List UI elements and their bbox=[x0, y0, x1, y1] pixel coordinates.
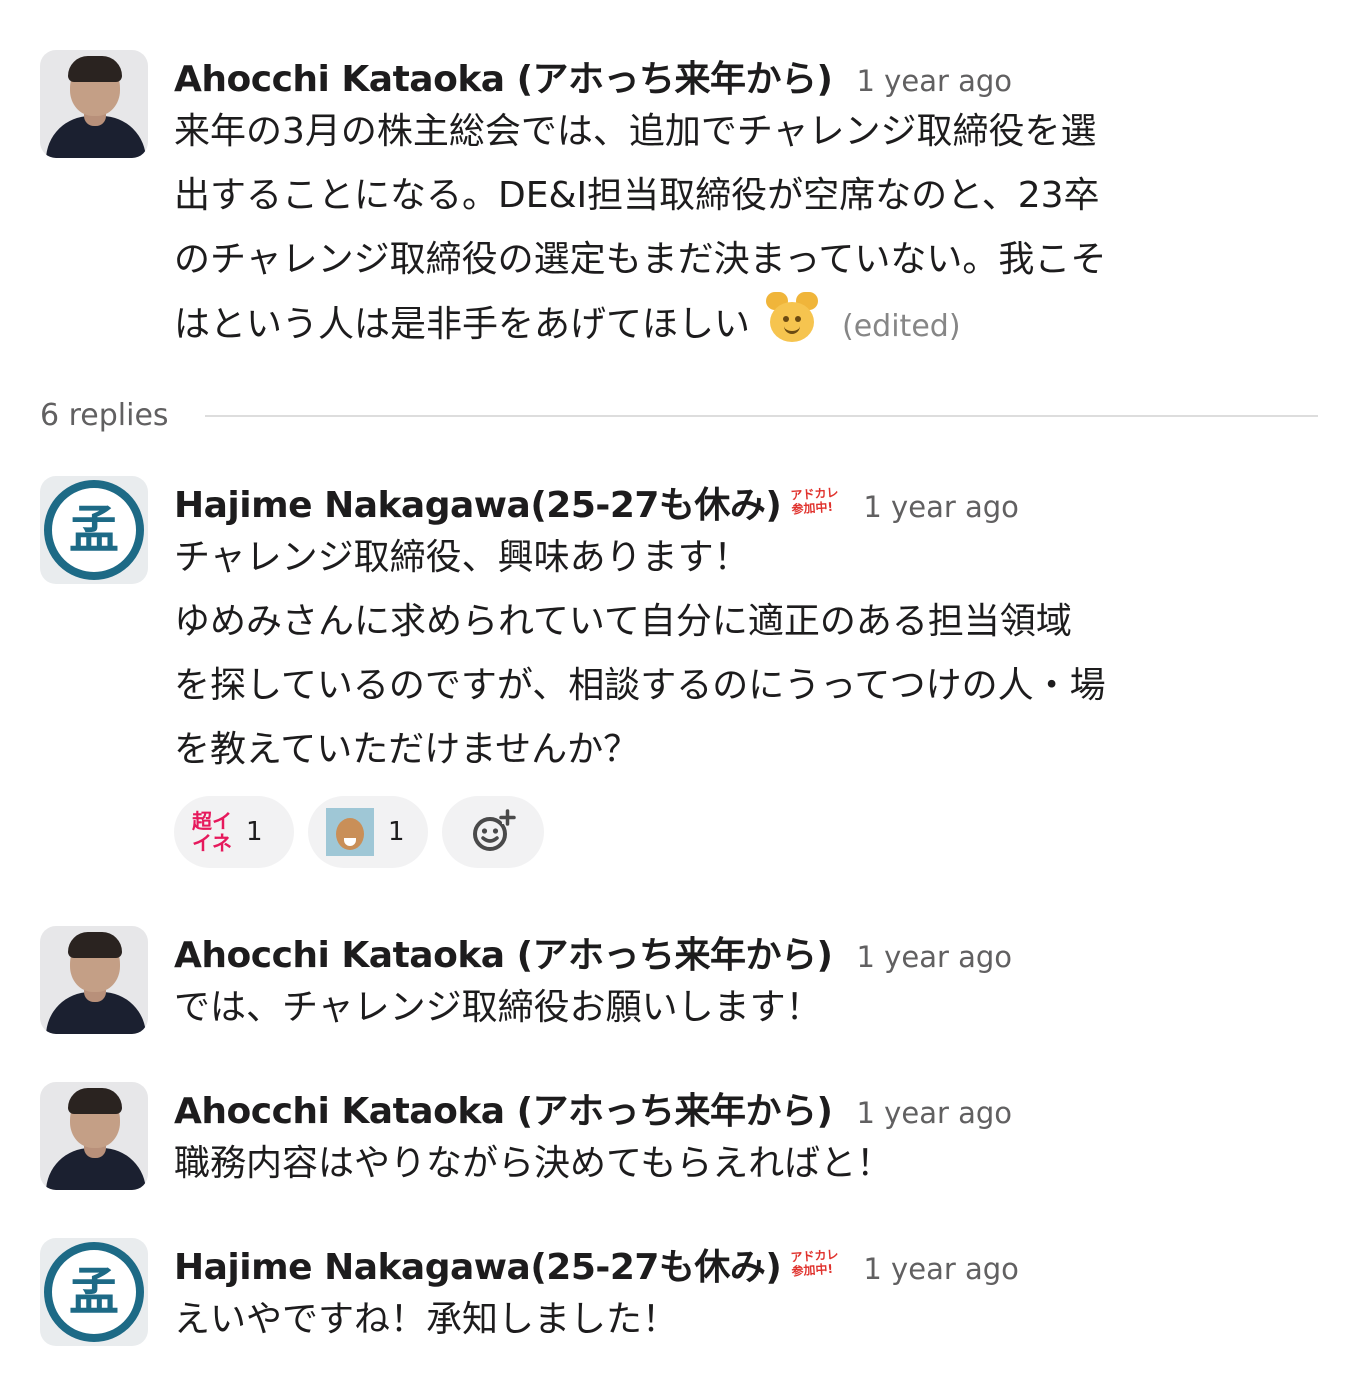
message-line: 出することになる。DE&I担当取締役が空席なのと、23卒 bbox=[174, 175, 1100, 216]
author-name[interactable]: Ahocchi Kataoka (アホっち来年から) bbox=[174, 1082, 833, 1134]
logo-char: 孟 bbox=[69, 1262, 119, 1321]
reply-message: Ahocchi Kataoka (アホっち来年から) 1 year ago では… bbox=[40, 926, 1340, 1040]
badge-line: 参加中! bbox=[791, 1261, 834, 1279]
replies-divider: 6 replies bbox=[40, 398, 1318, 433]
timestamp[interactable]: 1 year ago bbox=[863, 1252, 1019, 1286]
timestamp[interactable]: 1 year ago bbox=[857, 940, 1013, 974]
timestamp[interactable]: 1 year ago bbox=[857, 64, 1013, 98]
reactions-bar: 超イ イネ 1 1 bbox=[174, 796, 1340, 868]
status-badge: アドカレ 参加中! bbox=[790, 1247, 840, 1278]
message-line: 来年の3月の株主総会では、追加でチャレンジ取締役を選 bbox=[174, 111, 1097, 152]
divider-line bbox=[204, 414, 1318, 417]
status-badge: アドカレ 参加中! bbox=[790, 485, 840, 516]
author-name[interactable]: Hajime Nakagawa(25-27も休み) bbox=[174, 1238, 782, 1290]
logo-icon: 孟 bbox=[44, 1242, 144, 1342]
message-line: ゆめみさんに求められていて自分に適正のある担当領域 bbox=[174, 601, 1072, 642]
timestamp[interactable]: 1 year ago bbox=[857, 1096, 1013, 1130]
message-line: を探しているのですが、相談するのにうってつけの人・場 bbox=[174, 665, 1106, 706]
edited-label: (edited) bbox=[842, 309, 961, 344]
reply-message: 孟 Hajime Nakagawa(25-27も休み) アドカレ 参加中! 1 y… bbox=[40, 1238, 1340, 1352]
pray-smile-emoji bbox=[762, 292, 822, 346]
logo-icon: 孟 bbox=[44, 480, 144, 580]
author-name[interactable]: Ahocchi Kataoka (アホっち来年から) bbox=[174, 50, 833, 102]
message-text: 職務内容はやりながら決めてもらえればと！ bbox=[174, 1132, 1340, 1196]
message-line: チャレンジ取締役、興味あります！ bbox=[174, 537, 750, 578]
logo-char: 孟 bbox=[69, 500, 119, 559]
author-name[interactable]: Hajime Nakagawa(25-27も休み) bbox=[174, 476, 782, 528]
timestamp[interactable]: 1 year ago bbox=[863, 490, 1019, 524]
chou-iine-emoji: 超イ イネ bbox=[192, 810, 232, 854]
message-line-last: はという人は是非手をあげてほしい (edited) bbox=[174, 292, 1340, 359]
avatar[interactable]: 孟 bbox=[40, 1238, 148, 1346]
message-text: チャレンジ取締役、興味あります！ ゆめみさんに求められていて自分に適正のある担当… bbox=[174, 526, 1340, 782]
reaction-person-face[interactable]: 1 bbox=[308, 796, 428, 868]
message-line: はという人は是非手をあげてほしい bbox=[174, 304, 751, 345]
message-line: えいやですね！承知しました！ bbox=[174, 1299, 679, 1340]
add-reaction-icon bbox=[473, 809, 516, 851]
add-reaction-button[interactable] bbox=[442, 796, 544, 868]
author-name[interactable]: Ahocchi Kataoka (アホっち来年から) bbox=[174, 926, 833, 978]
message-text: では、チャレンジ取締役お願いします！ bbox=[174, 976, 1340, 1040]
reply-message: Ahocchi Kataoka (アホっち来年から) 1 year ago 職務… bbox=[40, 1082, 1340, 1196]
replies-count: 6 replies bbox=[40, 398, 169, 433]
message-line: のチャレンジ取締役の選定もまだ決まっていない。我こそ bbox=[174, 239, 1107, 280]
avatar[interactable] bbox=[40, 926, 148, 1034]
badge-line: 参加中! bbox=[791, 499, 834, 517]
reply-message: 孟 Hajime Nakagawa(25-27も休み) アドカレ 参加中! 1 y… bbox=[40, 476, 1340, 868]
reaction-chou-iine[interactable]: 超イ イネ 1 bbox=[174, 796, 294, 868]
emoji-text: 超イ bbox=[192, 809, 232, 833]
avatar[interactable]: 孟 bbox=[40, 476, 148, 584]
message-text: 来年の3月の株主総会では、追加でチャレンジ取締役を選 出することになる。DE&I… bbox=[174, 100, 1340, 359]
message-line: では、チャレンジ取締役お願いします！ bbox=[174, 987, 822, 1028]
emoji-text: イネ bbox=[192, 831, 232, 855]
avatar[interactable] bbox=[40, 1082, 148, 1190]
avatar[interactable] bbox=[40, 50, 148, 158]
reaction-count: 1 bbox=[388, 817, 405, 847]
message-text: えいやですね！承知しました！ bbox=[174, 1288, 1340, 1352]
message-line: を教えていただけませんか？ bbox=[174, 729, 640, 770]
reaction-count: 1 bbox=[246, 817, 263, 847]
message-parent: Ahocchi Kataoka (アホっち来年から) 1 year ago 来年… bbox=[40, 50, 1340, 359]
person-face-emoji bbox=[326, 808, 374, 856]
message-line: 職務内容はやりながら決めてもらえればと！ bbox=[174, 1143, 893, 1184]
